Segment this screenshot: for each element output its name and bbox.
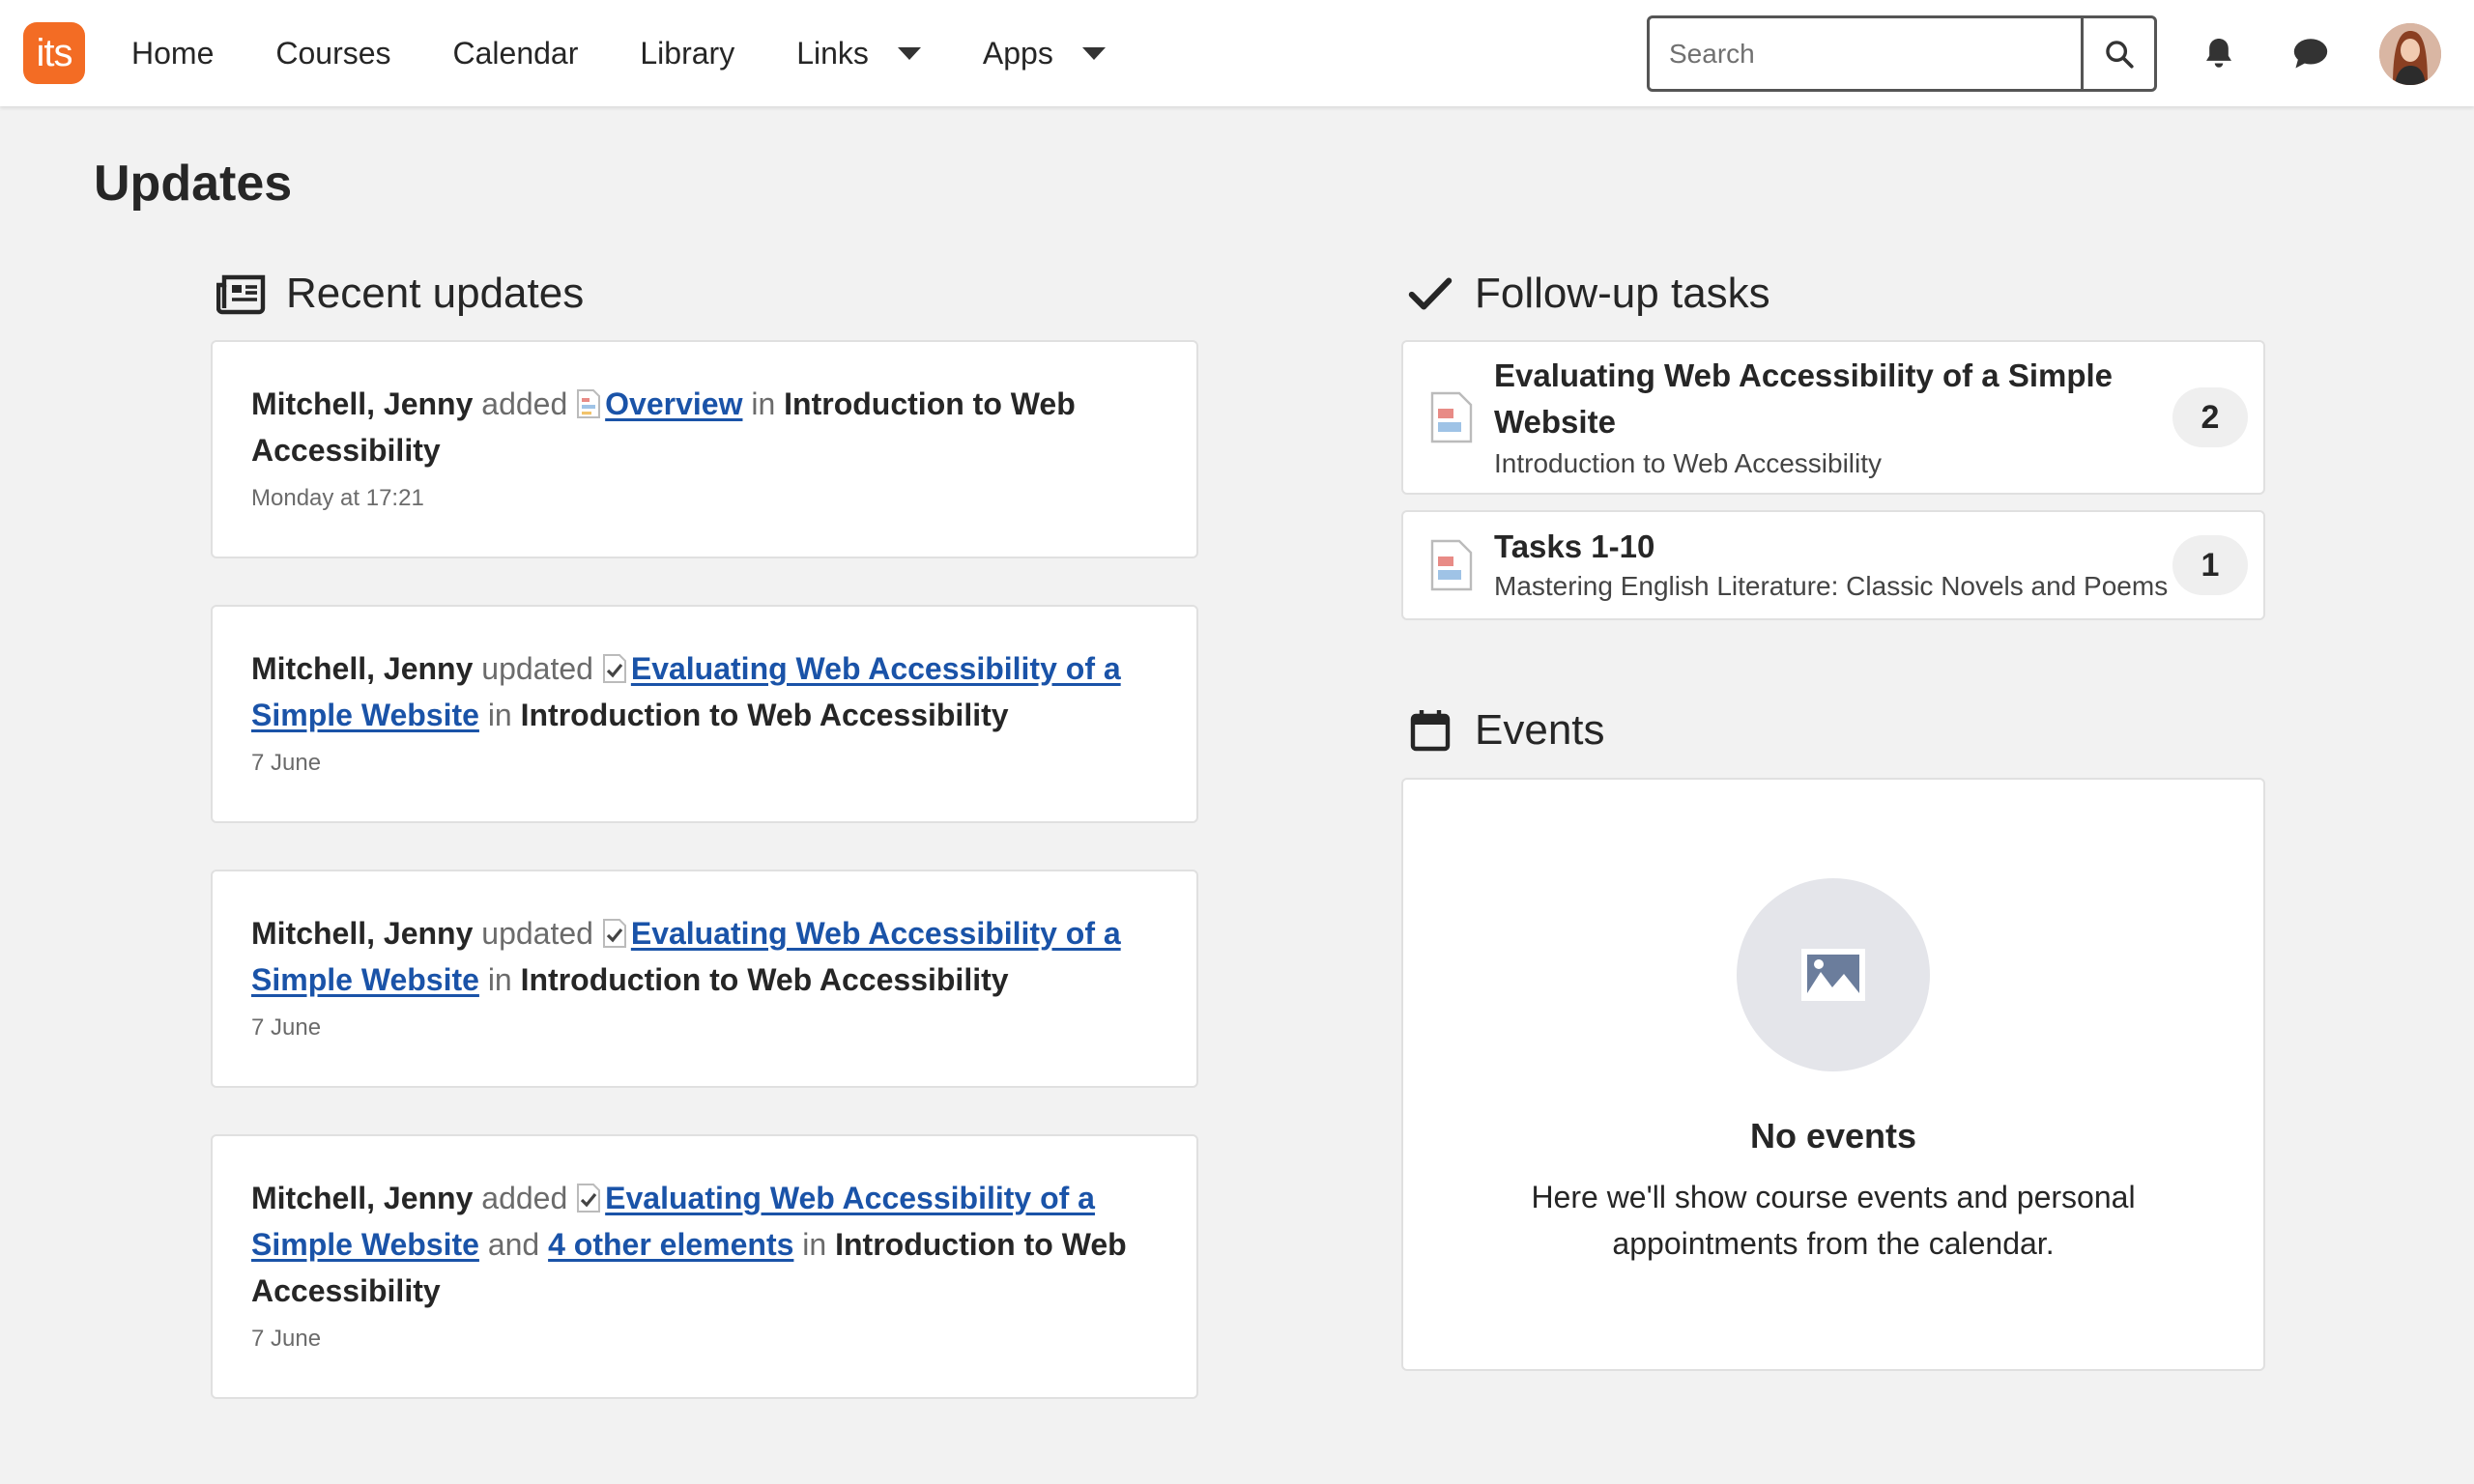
messages-button[interactable] bbox=[2287, 29, 2335, 77]
chevron-down-icon bbox=[1081, 46, 1106, 60]
task-count-badge: 1 bbox=[2172, 535, 2248, 595]
nav-home-label: Home bbox=[131, 35, 215, 71]
assignment-check-icon bbox=[577, 1184, 601, 1213]
its-logo[interactable]: its bbox=[23, 22, 85, 84]
nav-courses[interactable]: Courses bbox=[275, 36, 390, 71]
nav-calendar[interactable]: Calendar bbox=[453, 36, 579, 71]
page-title: Updates bbox=[94, 156, 293, 212]
search-button[interactable] bbox=[2081, 18, 2154, 89]
nav-apps-dropdown[interactable]: Apps bbox=[983, 36, 1106, 71]
calendar-icon bbox=[1403, 703, 1457, 757]
nav-courses-label: Courses bbox=[275, 35, 391, 71]
update-user: Mitchell, Jenny bbox=[251, 386, 474, 421]
overview-page-icon bbox=[577, 389, 601, 418]
assignment-check-icon bbox=[602, 919, 626, 948]
nav-links-label: Links bbox=[796, 35, 869, 71]
user-avatar[interactable] bbox=[2379, 23, 2441, 85]
update-date: Monday at 17:21 bbox=[251, 485, 424, 511]
task-document-icon bbox=[1430, 539, 1473, 591]
update-date: 7 June bbox=[251, 1326, 322, 1352]
checkmark-icon bbox=[1403, 267, 1457, 321]
nav-calendar-label: Calendar bbox=[452, 35, 579, 71]
nav-home[interactable]: Home bbox=[131, 36, 214, 71]
task-title: Evaluating Web Accessibility of a Simple… bbox=[1494, 357, 2114, 440]
update-date: 7 June bbox=[251, 1014, 322, 1041]
task-item[interactable]: Tasks 1-10 Mastering English Literature:… bbox=[1401, 510, 2265, 620]
other-elements-link[interactable]: 4 other elements bbox=[548, 1227, 793, 1262]
update-verb: updated bbox=[481, 651, 593, 686]
nav-links-dropdown[interactable]: Links bbox=[796, 36, 921, 71]
task-course: Introduction to Web Accessibility bbox=[1494, 448, 1883, 478]
nav-apps-label: Apps bbox=[982, 35, 1053, 71]
update-item: Mitchell, Jenny added Evaluating Web Acc… bbox=[211, 1134, 1198, 1399]
update-and: and bbox=[487, 1227, 540, 1262]
no-events-description: Here we'll show course events and person… bbox=[1531, 1180, 2136, 1261]
update-in: in bbox=[751, 386, 776, 421]
update-item: Mitchell, Jenny added Overview in Introd… bbox=[211, 340, 1198, 558]
update-date: 7 June bbox=[251, 750, 322, 776]
newspaper-icon bbox=[215, 267, 269, 321]
search-input[interactable] bbox=[1650, 18, 2081, 89]
update-course: Introduction to Web Accessibility bbox=[520, 698, 1009, 732]
follow-up-tasks-title: Follow-up tasks bbox=[1475, 270, 1770, 317]
recent-updates-heading: Recent updates bbox=[215, 267, 584, 321]
update-text: Mitchell, Jenny updated Evaluating Web A… bbox=[251, 645, 1160, 738]
task-document-icon bbox=[1430, 391, 1473, 443]
nav-library[interactable]: Library bbox=[640, 36, 734, 71]
search-icon bbox=[2105, 40, 2134, 69]
top-navigation-bar: its Home Courses Calendar Library Links … bbox=[0, 0, 2474, 106]
update-text: Mitchell, Jenny added Evaluating Web Acc… bbox=[251, 1175, 1160, 1314]
notifications-button[interactable] bbox=[2195, 29, 2243, 77]
follow-up-tasks-heading: Follow-up tasks bbox=[1403, 267, 1770, 321]
task-count-badge: 2 bbox=[2172, 387, 2248, 447]
search-box bbox=[1647, 15, 2157, 92]
update-item: Mitchell, Jenny updated Evaluating Web A… bbox=[211, 870, 1198, 1088]
recent-updates-title: Recent updates bbox=[286, 270, 585, 317]
update-text: Mitchell, Jenny updated Evaluating Web A… bbox=[251, 910, 1160, 1003]
empty-image-illustration-icon bbox=[1737, 878, 1930, 1071]
task-item[interactable]: Evaluating Web Accessibility of a Simple… bbox=[1401, 340, 2265, 495]
update-text: Mitchell, Jenny added Overview in Introd… bbox=[251, 381, 1160, 473]
nav-library-label: Library bbox=[640, 35, 735, 71]
update-in: in bbox=[487, 698, 512, 732]
update-user: Mitchell, Jenny bbox=[251, 916, 474, 951]
assignment-check-icon bbox=[602, 654, 626, 683]
chevron-down-icon bbox=[897, 46, 921, 60]
update-user: Mitchell, Jenny bbox=[251, 1181, 474, 1215]
events-heading: Events bbox=[1403, 703, 1605, 757]
task-course: Mastering English Literature: Classic No… bbox=[1494, 571, 2169, 601]
update-verb: updated bbox=[481, 916, 593, 951]
events-card: No events Here we'll show course events … bbox=[1401, 778, 2265, 1371]
chat-bubble-icon bbox=[2293, 39, 2328, 69]
task-title: Tasks 1-10 bbox=[1494, 528, 1655, 564]
main-nav: Home Courses Calendar Library Links Apps bbox=[131, 0, 1167, 106]
bell-icon bbox=[2206, 38, 2231, 68]
update-course: Introduction to Web Accessibility bbox=[520, 962, 1009, 997]
user-avatar-image bbox=[2379, 23, 2441, 85]
task-body: Evaluating Web Accessibility of a Simple… bbox=[1494, 353, 2172, 482]
update-in: in bbox=[802, 1227, 827, 1262]
update-user: Mitchell, Jenny bbox=[251, 651, 474, 686]
update-in: in bbox=[487, 962, 512, 997]
update-item: Mitchell, Jenny updated Evaluating Web A… bbox=[211, 605, 1198, 823]
update-verb: added bbox=[481, 386, 568, 421]
update-item-link[interactable]: Overview bbox=[605, 386, 742, 421]
update-verb: added bbox=[481, 1181, 568, 1215]
no-events-title: No events bbox=[1749, 1116, 1917, 1156]
task-body: Tasks 1-10 Mastering English Literature:… bbox=[1494, 526, 2172, 605]
events-title: Events bbox=[1475, 706, 1605, 754]
